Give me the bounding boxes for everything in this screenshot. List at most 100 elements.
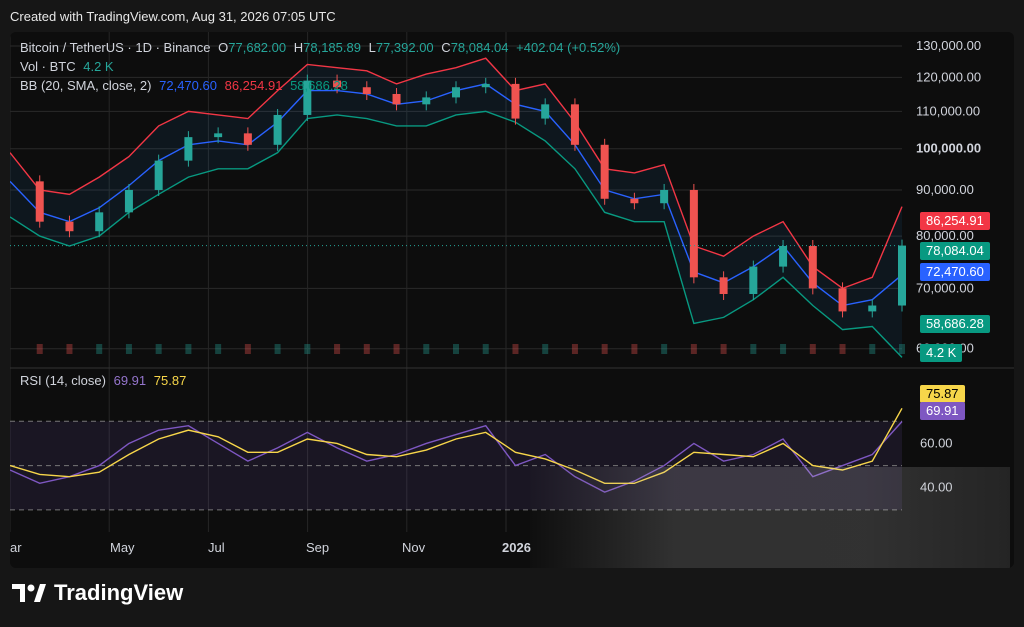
- y-tick-label: 70,000.00: [916, 280, 974, 295]
- volume-bar: [453, 344, 459, 354]
- candles: [10, 74, 906, 354]
- y-tick-label: 120,000.00: [916, 69, 981, 84]
- volume-bar: [215, 344, 222, 354]
- volume-bar: [423, 344, 430, 354]
- tradingview-logo: TradingView: [12, 580, 183, 606]
- candle-body: [273, 114, 282, 145]
- candle-body: [541, 104, 550, 119]
- volume-legend: Vol · BTC 4.2 K: [20, 59, 114, 74]
- volume-bar: [839, 344, 846, 354]
- volume-bar: [125, 344, 132, 354]
- volume-bar: [334, 344, 341, 354]
- volume-bar: [96, 344, 103, 354]
- candle-body: [570, 104, 579, 145]
- volume-bar: [780, 344, 787, 354]
- open-value: 77,682.00: [228, 40, 287, 55]
- candle-body: [35, 181, 44, 222]
- candle-body: [808, 245, 817, 289]
- volume-bar: [155, 344, 162, 354]
- candle-body: [481, 83, 490, 88]
- high-value: 78,185.89: [303, 40, 361, 55]
- y-tick-label: 130,000.00: [916, 38, 981, 53]
- candle-body: [600, 144, 609, 199]
- volume-value: 4.2 K: [83, 59, 114, 74]
- y-tick-label: 100,000.00: [916, 141, 981, 156]
- caption: Created with TradingView.com, Aug 31, 20…: [10, 9, 336, 24]
- volume-bar: [631, 344, 638, 354]
- rsi-value: 69.91: [113, 373, 147, 388]
- bb-upper-tag: 86,254.91: [920, 212, 990, 230]
- candle-body: [511, 83, 520, 119]
- volume-bar: [512, 344, 519, 354]
- candle-body: [243, 133, 252, 145]
- y-tick-label: 110,000.00: [916, 103, 980, 118]
- volume-bar: [66, 344, 73, 354]
- bb-mid-value: 72,470.60: [159, 78, 217, 93]
- candle-body: [630, 198, 639, 204]
- candle-body: [154, 160, 163, 190]
- volume-bar: [720, 344, 727, 354]
- candle-body: [362, 87, 371, 94]
- candle-body: [392, 93, 401, 105]
- candle-body: [898, 245, 906, 306]
- candle-body: [95, 212, 104, 232]
- candle-body: [749, 266, 758, 295]
- candle-body: [422, 97, 431, 105]
- candle-body: [184, 137, 193, 161]
- symbol-name: Bitcoin / TetherUS · 1D · Binance: [20, 40, 211, 55]
- candle-body: [689, 189, 698, 278]
- candle-body: [65, 221, 74, 232]
- x-tick-label: May: [110, 540, 135, 555]
- volume-bar: [244, 344, 251, 354]
- close-value: 78,084.04: [450, 40, 509, 55]
- candle-body: [838, 288, 847, 312]
- symbol-legend: Bitcoin / TetherUS · 1D · Binance O77,68…: [20, 40, 621, 55]
- volume-bar: [601, 344, 608, 354]
- volume-bar: [809, 344, 816, 354]
- candle-body: [124, 189, 133, 213]
- chart-panel[interactable]: 130,000.00 120,000.00 110,000.00 100,000.00…: [10, 32, 1014, 568]
- brand-name: TradingView: [54, 580, 184, 605]
- volume-bar: [393, 344, 400, 354]
- x-tick-label: ar: [10, 540, 22, 555]
- bb-lower-value: 58,686.28: [290, 78, 348, 93]
- y-tick-label: 90,000.00: [916, 182, 974, 197]
- change-value: +402.04 (+0.52%): [516, 40, 621, 55]
- volume-bar: [542, 344, 549, 354]
- bb-upper-value: 86,254.91: [224, 78, 283, 93]
- candle-body: [719, 277, 728, 295]
- volume-bar: [571, 344, 578, 354]
- rsi-tag: 69.91: [920, 402, 965, 420]
- volume-bar: [750, 344, 757, 354]
- bb-mid-tag: 72,470.60: [920, 263, 990, 281]
- volume-tag: 4.2 K: [920, 344, 963, 362]
- bb-legend: BB (20, SMA, close, 2) 72,470.60 86,254.…: [20, 78, 348, 93]
- volume-bar: [185, 344, 192, 354]
- x-tick-label: Sep: [306, 540, 329, 555]
- volume-bar: [690, 344, 697, 354]
- x-tick-label: Nov: [402, 540, 426, 555]
- rsi-ma-tag: 75.87: [920, 385, 965, 403]
- volume-bar: [36, 344, 43, 354]
- candle-body: [214, 133, 223, 138]
- tradingview-logo-icon: [12, 584, 46, 602]
- rsi-ma-value: 75.87: [153, 373, 187, 388]
- volume-bar: [869, 344, 876, 354]
- price-tag: 78,084.04: [920, 242, 990, 260]
- candle-body: [779, 245, 788, 267]
- low-value: 77,392.00: [375, 40, 434, 55]
- candle-body: [868, 305, 877, 312]
- x-tick-label: 2026: [502, 540, 531, 555]
- screenshot-frame: Created with TradingView.com, Aug 31, 20…: [0, 0, 1024, 627]
- volume-bar: [274, 344, 281, 354]
- volume-bar: [661, 344, 668, 354]
- x-tick-label: Jul: [208, 540, 225, 555]
- rsi-tick-label: 60.00: [920, 435, 953, 450]
- candle-body: [452, 87, 460, 98]
- x-axis: ar May Jul Sep Nov 2026: [10, 540, 531, 555]
- candle-body: [660, 189, 669, 204]
- volume-bar: [482, 344, 489, 354]
- volume-bar: [899, 344, 905, 354]
- obscured-area: [530, 467, 1010, 568]
- rsi-legend: RSI (14, close) 69.91 75.87: [20, 373, 187, 388]
